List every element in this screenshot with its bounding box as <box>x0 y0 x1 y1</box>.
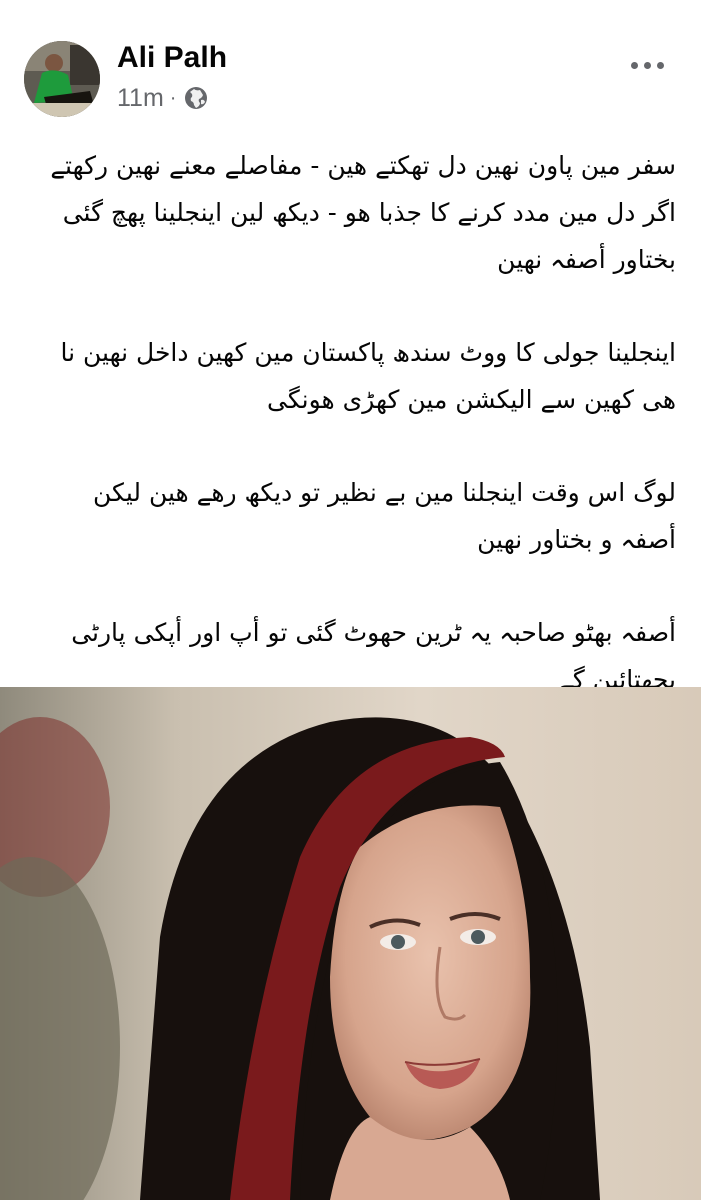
post-text: سفر مین پاون نهین دل تهکتے هین - مفاصلے … <box>36 142 676 703</box>
post-meta: 11m · <box>117 83 208 113</box>
photo-woman-in-headscarf <box>0 687 701 1200</box>
avatar[interactable] <box>24 41 100 117</box>
post-photo[interactable] <box>0 687 701 1200</box>
more-options-button[interactable] <box>622 50 672 80</box>
author-name[interactable]: Ali Palh <box>117 40 227 76</box>
meta-separator: · <box>169 86 177 109</box>
post-header: Ali Palh 11m · <box>0 0 701 130</box>
post-paragraph: سفر مین پاون نهین دل تهکتے هین - مفاصلے … <box>50 151 676 274</box>
globe-icon[interactable] <box>184 86 208 110</box>
avatar-photo <box>24 41 100 117</box>
post-timestamp[interactable]: 11m <box>117 84 164 113</box>
post-paragraph: اینجلینا جولی کا ووٹ سندھ پاکستان مین که… <box>60 338 677 414</box>
more-horizontal-icon <box>630 61 638 69</box>
post-paragraph: لوگ اس وقت اینجلنا مین بے نظیر تو دیکھ ر… <box>93 478 676 554</box>
